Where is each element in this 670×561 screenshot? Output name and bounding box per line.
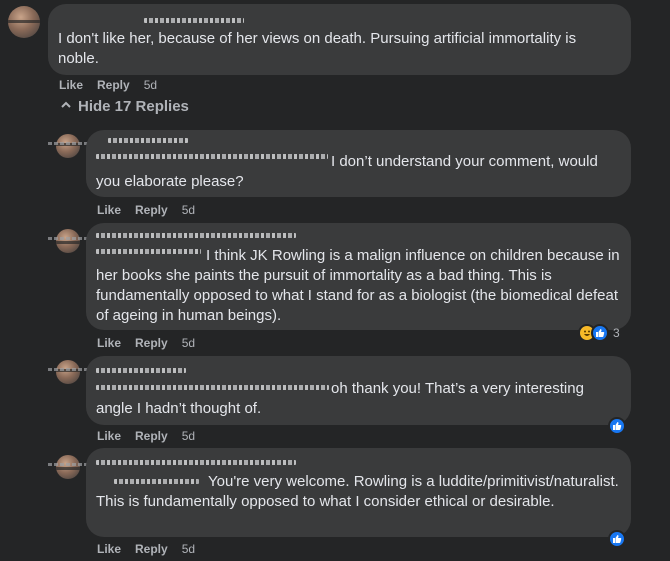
reply-bubble: You're very welcome. Rowling is a luddit… (86, 448, 631, 537)
avatar[interactable] (56, 455, 80, 479)
timestamp[interactable]: 5d (182, 429, 195, 443)
like-button[interactable]: Like (97, 542, 121, 556)
chevron-up-icon (60, 98, 72, 115)
reaction-summary[interactable] (608, 417, 626, 435)
reaction-summary[interactable]: 3 (578, 324, 620, 342)
avatar[interactable] (56, 229, 80, 253)
reply-text: oh thank you! That’s a very interesting … (96, 380, 584, 417)
author-name-redacted[interactable] (96, 368, 186, 373)
reply-actions: Like Reply 5d (97, 429, 195, 443)
reply-text: I think JK Rowling is a malign influence… (96, 247, 620, 324)
reply-button[interactable]: Reply (135, 542, 168, 556)
reply-actions: Like Reply 5d (97, 203, 195, 217)
author-name-redacted[interactable] (96, 460, 296, 465)
hide-replies-label: Hide 17 Replies (78, 98, 189, 115)
hide-replies-toggle[interactable]: Hide 17 Replies (60, 98, 189, 115)
comment-text: I don't like her, because of her views o… (58, 30, 577, 67)
timestamp[interactable]: 5d (182, 336, 195, 350)
timestamp[interactable]: 5d (144, 78, 157, 92)
reply-bubble: oh thank you! That’s a very interesting … (86, 356, 631, 425)
like-icon (608, 530, 626, 548)
like-button[interactable]: Like (97, 336, 121, 350)
timestamp[interactable]: 5d (182, 542, 195, 556)
like-icon (591, 324, 609, 342)
reply-button[interactable]: Reply (135, 336, 168, 350)
like-icon (608, 417, 626, 435)
reply-button[interactable]: Reply (135, 429, 168, 443)
like-button[interactable]: Like (97, 203, 121, 217)
reply-bubble: I think JK Rowling is a malign influence… (86, 223, 631, 330)
reaction-summary[interactable] (608, 530, 626, 548)
reply-button[interactable]: Reply (97, 78, 130, 92)
reply-bubble: I don’t understand your comment, would y… (86, 130, 631, 197)
reply-actions: Like Reply 5d (97, 542, 195, 556)
avatar[interactable] (8, 6, 40, 38)
like-button[interactable]: Like (97, 429, 121, 443)
reply-button[interactable]: Reply (135, 203, 168, 217)
author-name-redacted[interactable] (96, 233, 296, 238)
avatar[interactable] (56, 360, 80, 384)
reaction-count: 3 (613, 326, 620, 340)
reply-text: You're very welcome. Rowling is a luddit… (96, 473, 619, 510)
comment-actions: Like Reply 5d (59, 78, 157, 92)
author-name-redacted[interactable] (108, 138, 188, 143)
reply-text: I don’t understand your comment, would y… (96, 153, 598, 190)
timestamp[interactable]: 5d (182, 203, 195, 217)
avatar[interactable] (56, 134, 80, 158)
comment-bubble: I don't like her, because of her views o… (48, 4, 631, 75)
author-name-redacted[interactable] (144, 18, 244, 23)
reply-actions: Like Reply 5d (97, 336, 195, 350)
like-button[interactable]: Like (59, 78, 83, 92)
